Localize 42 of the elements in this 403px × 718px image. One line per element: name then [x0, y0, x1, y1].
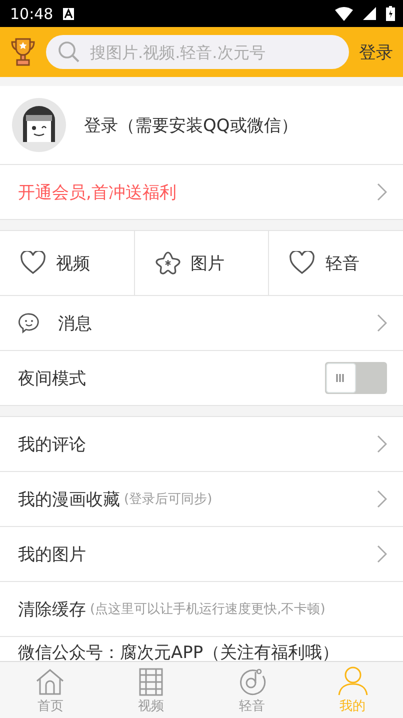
search-icon	[58, 41, 80, 63]
search-field[interactable]: 搜图片.视频.轻音.次元号	[88, 42, 337, 62]
battery-icon	[386, 6, 395, 21]
heart-icon	[289, 251, 316, 275]
favorite-label: 图片	[190, 252, 225, 274]
favorite-label: 视频	[56, 252, 90, 274]
clock: 10:48	[10, 4, 54, 22]
grip-icon	[336, 374, 346, 382]
login-button[interactable]: 登录	[359, 40, 393, 64]
favorite-item[interactable]: 视频	[0, 231, 135, 295]
night-mode-switch[interactable]	[325, 362, 387, 394]
menu-item[interactable]: 我的评论	[0, 417, 403, 472]
menu-item-note: (点这里可以让手机运行速度更快,不卡顿)	[90, 601, 326, 618]
messages-row[interactable]: 消息	[0, 296, 403, 351]
login-row[interactable]: 登录（需要安装QQ或微信）	[0, 86, 403, 165]
disc-icon	[238, 668, 266, 696]
heart-icon	[20, 251, 46, 275]
messages-label: 消息	[58, 312, 92, 334]
menu-item[interactable]: 我的图片	[0, 527, 403, 582]
star-icon	[154, 251, 181, 275]
avatar-icon	[12, 98, 66, 152]
person-icon	[336, 666, 369, 696]
search-bar[interactable]: 搜图片.视频.轻音.次元号	[46, 35, 349, 69]
trophy-icon[interactable]	[10, 37, 36, 67]
wifi-icon	[335, 6, 353, 20]
menu-item[interactable]: 微信公众号：腐次元APP（关注有福利哦）	[0, 637, 403, 661]
login-prompt: 登录（需要安装QQ或微信）	[84, 114, 298, 136]
notification-icon	[63, 8, 74, 20]
promo-text: 开通会员,首冲送福利	[18, 182, 176, 204]
chevron-icon	[377, 183, 387, 201]
menu-item[interactable]: 清除缓存 (点这里可以让手机运行速度更快,不卡顿)	[0, 582, 403, 637]
favorite-item[interactable]: 轻音	[269, 231, 403, 295]
favorite-item[interactable]: 图片	[134, 231, 270, 295]
home-icon	[35, 668, 66, 696]
chat-icon	[18, 312, 40, 334]
chevron-icon	[377, 314, 387, 332]
signal-icon	[363, 7, 376, 20]
menu-item-note: (登录后可同步)	[124, 491, 212, 508]
film-icon	[138, 668, 164, 696]
night-mode-label: 夜间模式	[18, 368, 86, 390]
favorite-label: 轻音	[325, 252, 360, 274]
menu-item[interactable]: 我的漫画收藏 (登录后可同步)	[0, 472, 403, 527]
